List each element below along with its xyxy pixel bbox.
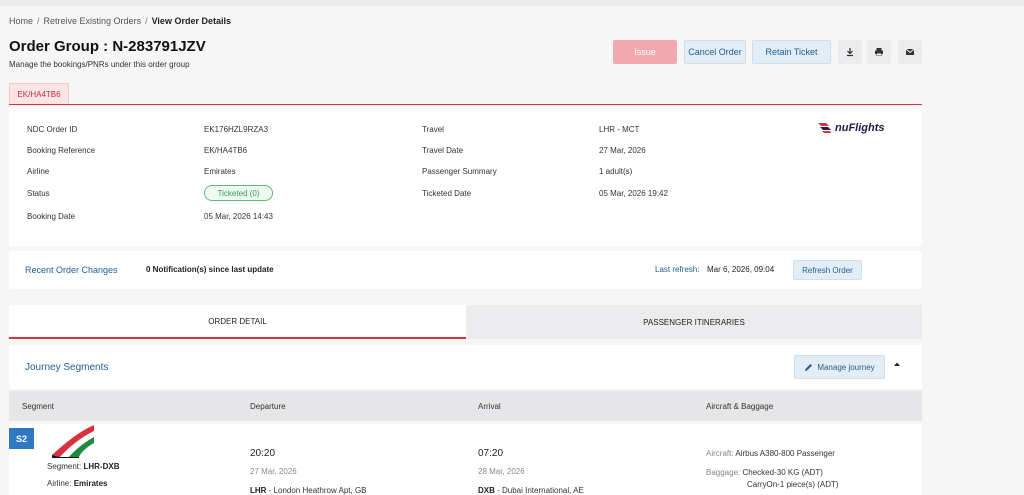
breadcrumb-current: View Order Details bbox=[151, 16, 231, 26]
segment-airline-label: Airline: bbox=[47, 479, 72, 488]
download-icon bbox=[847, 48, 853, 57]
status-label: Status bbox=[27, 189, 50, 198]
segment-airline: Airline: Emirates bbox=[47, 479, 107, 488]
segment-badge: S2 bbox=[9, 428, 34, 449]
baggage-carryon: CarryOn-1 piece(s) (ADT) bbox=[747, 480, 839, 489]
booking-reference-label: Booking Reference bbox=[27, 146, 96, 155]
status-badge: Ticketed (0) bbox=[204, 185, 273, 201]
arrival-time: 07:20 bbox=[478, 448, 504, 459]
nuflights-logo-icon bbox=[818, 123, 831, 133]
travel-date-label: Travel Date bbox=[422, 146, 464, 155]
tab-passenger-itineraries[interactable]: PASSENGER ITINERARIES bbox=[466, 305, 922, 339]
pencil-icon bbox=[805, 363, 813, 371]
booking-reference-value: EK/HA4TB6 bbox=[204, 146, 248, 155]
recent-changes-panel: Recent Order Changes 0 Notification(s) s… bbox=[9, 251, 922, 289]
nuflights-logo: nuFlights bbox=[817, 122, 885, 134]
retain-ticket-button[interactable]: Retain Ticket bbox=[752, 40, 831, 64]
segment-route-value: LHR-DXB bbox=[83, 462, 120, 471]
baggage-label: Baggage: bbox=[706, 468, 741, 477]
baggage-info: Baggage: Checked-30 KG (ADT) bbox=[706, 468, 823, 477]
email-icon bbox=[905, 48, 915, 55]
email-button[interactable] bbox=[898, 40, 922, 64]
last-refresh-value: Mar 6, 2026, 09:04 bbox=[707, 265, 775, 274]
segment-table-header: Segment Departure Arrival Aircraft & Bag… bbox=[9, 391, 922, 421]
departure-place: - London Heathrow Apt, GB bbox=[266, 486, 367, 495]
segment-airline-value: Emirates bbox=[73, 479, 108, 488]
segment-route: Segment: LHR-DXB bbox=[47, 462, 119, 471]
emirates-flag-logo bbox=[52, 425, 94, 458]
recent-changes-title[interactable]: Recent Order Changes bbox=[25, 265, 118, 275]
last-refresh-label: Last refresh: bbox=[655, 265, 700, 274]
header-departure: Departure bbox=[250, 402, 286, 411]
booking-date-label: Booking Date bbox=[27, 212, 76, 221]
booking-date-value: 05 Mar, 2026 14:43 bbox=[204, 212, 273, 221]
ticketed-date-label: Ticketed Date bbox=[422, 189, 472, 198]
journey-segments-title: Journey Segments bbox=[25, 362, 109, 373]
chevron-up-icon bbox=[894, 362, 900, 366]
departure-code: LHR bbox=[250, 486, 267, 495]
arrival-airport: DXB - Dubai International, AE bbox=[478, 486, 584, 495]
refresh-order-button[interactable]: Refresh Order bbox=[793, 260, 862, 280]
page-subtitle: Manage the bookings/PNRs under this orde… bbox=[9, 60, 190, 69]
arrival-code: DXB bbox=[478, 486, 495, 495]
ndc-order-id-value: EK176HZL9RZA3 bbox=[204, 125, 269, 134]
aircraft-info: Aircraft: Airbus A380-800 Passenger bbox=[706, 449, 835, 458]
breadcrumb: Home / Retreive Existing Orders / View Order… bbox=[9, 16, 231, 26]
arrival-place: - Dubai International, AE bbox=[494, 486, 584, 495]
airline-value: Emirates bbox=[204, 167, 236, 176]
airline-label: Airline bbox=[27, 167, 50, 176]
breadcrumb-separator: / bbox=[145, 16, 148, 26]
manage-journey-label: Manage journey bbox=[817, 362, 875, 372]
aircraft-value: Airbus A380-800 Passenger bbox=[735, 449, 835, 458]
passenger-summary-value: 1 adult(s) bbox=[599, 167, 633, 176]
aircraft-label: Aircraft: bbox=[706, 449, 734, 458]
tab-order-detail[interactable]: ORDER DETAIL bbox=[9, 305, 466, 339]
travel-date-value: 27 Mar, 2026 bbox=[599, 146, 646, 155]
order-details-panel: NDC Order ID EK176HZL9RZA3 Booking Refer… bbox=[9, 107, 922, 246]
print-icon bbox=[875, 48, 883, 56]
table-row: S2 Segment: LHR-DXB Airline: Emirates 20… bbox=[9, 424, 922, 495]
breadcrumb-orders[interactable]: Retreive Existing Orders bbox=[44, 16, 142, 26]
departure-date: 27 Mar, 2026 bbox=[250, 467, 297, 476]
logo-text: nuFlights bbox=[835, 122, 885, 134]
header-segment: Segment bbox=[22, 402, 55, 411]
travel-label: Travel bbox=[422, 125, 444, 134]
pnr-tab-underline bbox=[9, 104, 922, 105]
header-aircraft-baggage: Aircraft & Baggage bbox=[706, 402, 774, 411]
print-button[interactable] bbox=[867, 40, 891, 64]
manage-journey-button[interactable]: Manage journey bbox=[794, 355, 885, 379]
ticketed-date-value: 05 Mar, 2026 19:42 bbox=[599, 189, 668, 198]
breadcrumb-home[interactable]: Home bbox=[9, 16, 33, 26]
travel-value: LHR - MCT bbox=[599, 125, 640, 134]
breadcrumb-separator: / bbox=[37, 16, 40, 26]
passenger-summary-label: Passenger Summary bbox=[422, 167, 497, 176]
issue-button[interactable]: Issue bbox=[613, 40, 677, 64]
pnr-tab[interactable]: EK/HA4TB6 bbox=[9, 83, 69, 105]
segment-route-label: Segment: bbox=[47, 462, 82, 471]
baggage-checked: Checked-30 KG (ADT) bbox=[742, 468, 823, 477]
journey-segments-header: Journey Segments Manage journey bbox=[9, 345, 922, 389]
page-title: Order Group : N-283791JZV bbox=[9, 38, 206, 55]
notification-count: 0 Notification(s) since last update bbox=[146, 265, 274, 274]
header-arrival: Arrival bbox=[478, 402, 501, 411]
ndc-order-id-label: NDC Order ID bbox=[27, 125, 78, 134]
cancel-order-button[interactable]: Cancel Order bbox=[684, 40, 746, 64]
top-bar bbox=[0, 0, 1024, 6]
collapse-button[interactable] bbox=[893, 360, 901, 369]
download-button[interactable] bbox=[838, 40, 862, 64]
departure-airport: LHR - London Heathrow Apt, GB bbox=[250, 486, 367, 495]
departure-time: 20:20 bbox=[250, 448, 276, 459]
arrival-date: 28 Mar, 2026 bbox=[478, 467, 525, 476]
